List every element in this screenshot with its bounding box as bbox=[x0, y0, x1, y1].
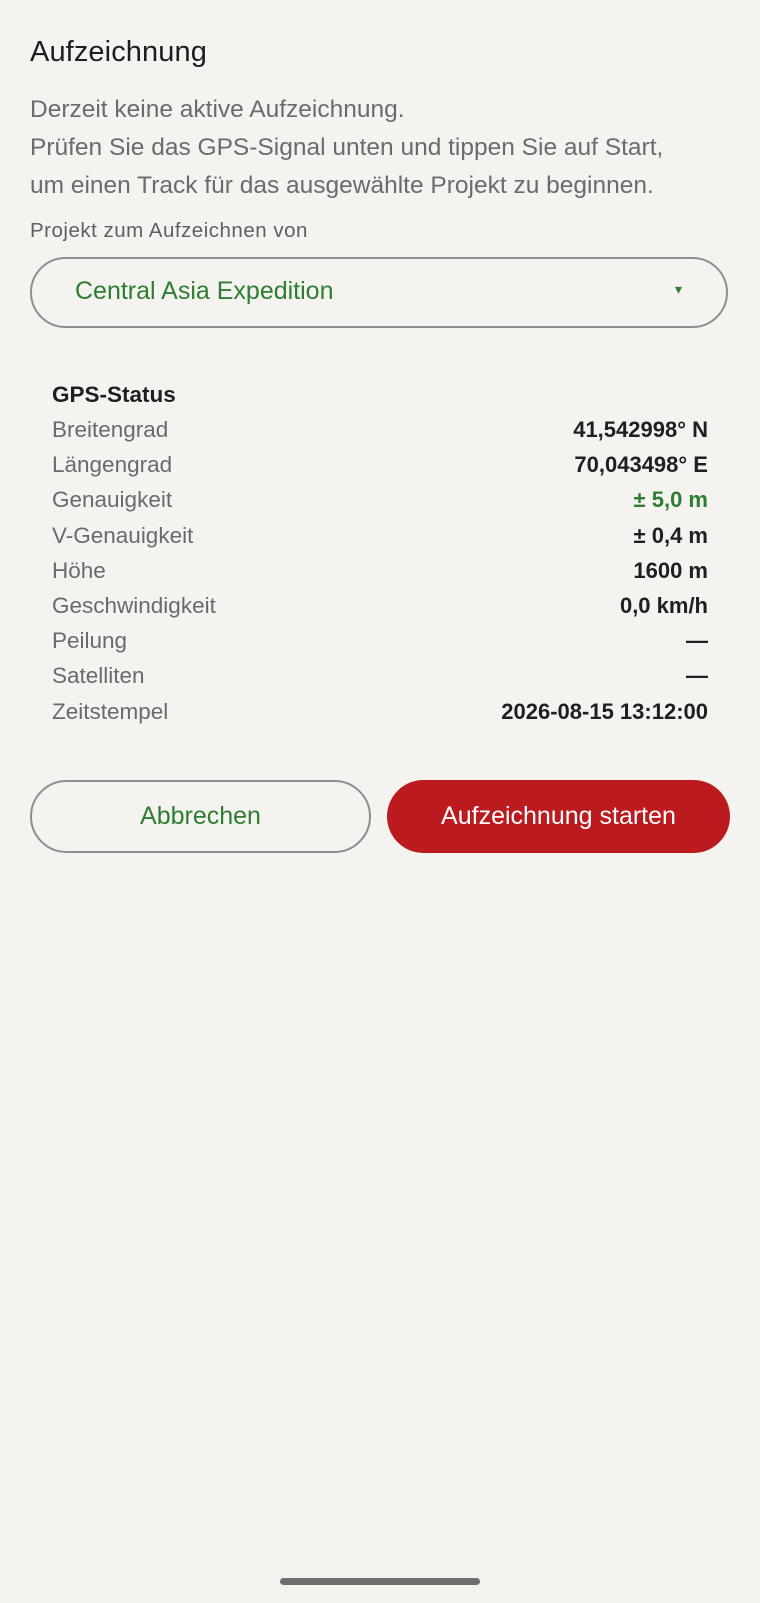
gps-status-title: GPS-Status bbox=[52, 382, 176, 407]
gps-status-panel: GPS-Status Breitengrad 41,542998° N Läng… bbox=[52, 378, 708, 729]
gps-row-value: ± 5,0 m bbox=[633, 487, 708, 513]
gps-row-label: Genauigkeit bbox=[52, 487, 173, 513]
page-title: Aufzeichnung bbox=[30, 36, 207, 68]
gps-row-latitude: Breitengrad 41,542998° N bbox=[52, 412, 708, 447]
gps-row-value: 41,542998° N bbox=[573, 417, 708, 442]
gps-row-speed: Geschwindigkeit 0,0 km/h bbox=[52, 588, 708, 623]
gps-row-value: — bbox=[686, 628, 708, 654]
gps-row-label: Breitengrad bbox=[52, 417, 169, 442]
gps-row-value: — bbox=[686, 663, 708, 689]
gps-row-accuracy: Genauigkeit ± 5,0 m bbox=[52, 482, 708, 517]
gps-row-altitude: Höhe 1600 m bbox=[52, 553, 708, 588]
gps-row-label: Zeitstempel bbox=[52, 698, 169, 724]
dropdown-arrow-icon: ▾ bbox=[674, 281, 682, 297]
project-select[interactable]: Central Asia Expedition ▾ bbox=[30, 257, 728, 328]
gps-row-value: ± 0,4 m bbox=[633, 522, 708, 548]
gps-row-label: Geschwindigkeit bbox=[52, 592, 216, 618]
gps-row-label: Satelliten bbox=[52, 663, 145, 689]
gps-row-value: 70,043498° E bbox=[574, 452, 708, 478]
description-line: Prüfen Sie das GPS-Signal unten und tipp… bbox=[30, 134, 664, 161]
gps-row-satellites: Satelliten — bbox=[52, 658, 708, 693]
gps-row-bearing: Peilung — bbox=[52, 623, 708, 658]
gps-row-label: V-Genauigkeit bbox=[52, 522, 194, 548]
gps-row-label: Höhe bbox=[52, 557, 106, 583]
cancel-button[interactable]: Abbrechen bbox=[30, 780, 371, 853]
description: Derzeit keine aktive Aufzeichnung. Prüfe… bbox=[30, 91, 730, 205]
gps-row-timestamp: Zeitstempel 2026-08-15 13:12:00 bbox=[52, 694, 708, 729]
home-indicator[interactable] bbox=[280, 1578, 480, 1585]
description-line: um einen Track für das ausgewählte Proje… bbox=[30, 172, 654, 199]
gps-row-value: 0,0 km/h bbox=[619, 592, 708, 618]
gps-row-label: Längengrad bbox=[52, 452, 173, 478]
gps-row-longitude: Längengrad 70,043498° E bbox=[52, 447, 708, 482]
project-select-value: Central Asia Expedition bbox=[75, 277, 334, 305]
gps-row-label: Peilung bbox=[52, 628, 128, 654]
start-recording-button[interactable]: Aufzeichnung starten bbox=[387, 780, 730, 853]
description-line: Derzeit keine aktive Aufzeichnung. bbox=[30, 96, 405, 123]
project-field-label: Projekt zum Aufzeichnen von bbox=[30, 219, 308, 242]
gps-row-value: 1600 m bbox=[633, 557, 708, 583]
recording-screen: Aufzeichnung Derzeit keine aktive Aufzei… bbox=[0, 0, 760, 1603]
gps-row-value: 2026-08-15 13:12:00 bbox=[501, 698, 708, 724]
gps-row-vertical-accuracy: V-Genauigkeit ± 0,4 m bbox=[52, 518, 708, 553]
